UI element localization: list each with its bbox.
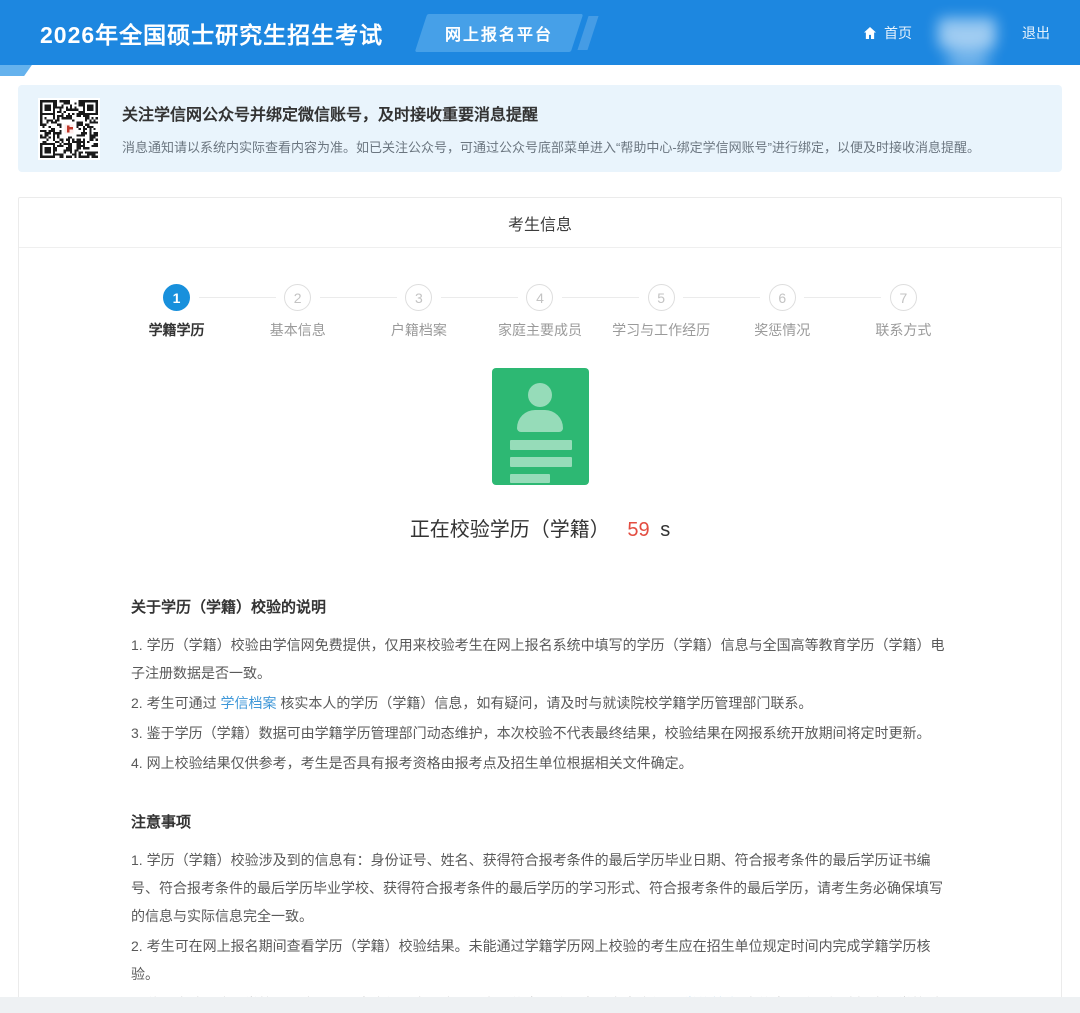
paragraph-text: 2. 考生可在网上报名期间查看学历（学籍）校验结果。未能通过学籍学历网上校验的考… bbox=[131, 938, 931, 982]
section-paragraph: 3. 鉴于学历（学籍）数据可由学籍学历管理部门动态维护，本次校验不代表最终结果，… bbox=[131, 719, 949, 747]
countdown-seconds: 59 bbox=[627, 519, 649, 541]
section-paragraph: 1. 学历（学籍）校验由学信网免费提供，仅用来校验考生在网上报名系统中填写的学历… bbox=[131, 631, 949, 687]
section-paragraph: 2. 考生可在网上报名期间查看学历（学籍）校验结果。未能通过学籍学历网上校验的考… bbox=[131, 932, 949, 988]
app-title: 2026年全国硕士研究生招生考试 bbox=[40, 16, 383, 50]
candidate-info-card: 考生信息 1 学籍学历 2 基本信息 3 户籍档案 4 家庭主要成员 5 学习与工作经历 6 奖惩情况… bbox=[18, 197, 1062, 1013]
notice-subtitle: 消息通知请以系统内实际查看内容为准。如已关注公众号，可通过公众号底部菜单进入“帮… bbox=[122, 137, 980, 156]
section-title: 注意事项 bbox=[131, 811, 949, 832]
paragraph-text: 2. 考生可通过 bbox=[131, 695, 220, 711]
app-header: 2026年全国硕士研究生招生考试 网上报名平台 首页 退出 bbox=[0, 0, 1080, 65]
step-label: 联系方式 bbox=[875, 320, 931, 340]
paragraph-text: 1. 学历（学籍）校验涉及到的信息有：身份证号、姓名、获得符合报考条件的最后学历… bbox=[131, 852, 943, 924]
step-item[interactable]: 7 联系方式 bbox=[843, 284, 964, 340]
step-item[interactable]: 5 学习与工作经历 bbox=[601, 284, 722, 340]
step-number: 3 bbox=[405, 284, 432, 311]
text-line-shape bbox=[510, 440, 572, 450]
info-section: 关于学历（学籍）校验的说明 1. 学历（学籍）校验由学信网免费提供，仅用来校验考生… bbox=[131, 596, 949, 777]
header-ribbon-tail bbox=[0, 65, 32, 76]
step-label: 学籍学历 bbox=[149, 320, 205, 340]
info-section: 注意事项 1. 学历（学籍）校验涉及到的信息有：身份证号、姓名、获得符合报考条件的… bbox=[131, 811, 949, 1013]
step-number: 1 bbox=[163, 284, 190, 311]
text-line-shape bbox=[510, 457, 572, 467]
section-title: 关于学历（学籍）校验的说明 bbox=[131, 596, 949, 617]
platform-badge: 网上报名平台 bbox=[415, 14, 583, 52]
step-number: 5 bbox=[648, 284, 675, 311]
paragraph-text: 3. 鉴于学历（学籍）数据可由学籍学历管理部门动态维护，本次校验不代表最终结果，… bbox=[131, 725, 931, 741]
home-icon bbox=[862, 25, 878, 41]
qr-code bbox=[38, 98, 100, 160]
step-item[interactable]: 1 学籍学历 bbox=[116, 284, 237, 340]
section-paragraph: 2. 考生可通过 学信档案 核实本人的学历（学籍）信息，如有疑问，请及时与就读院… bbox=[131, 689, 949, 717]
nav-home-label: 首页 bbox=[884, 23, 912, 43]
text-line-shape bbox=[510, 474, 550, 483]
blur-smear bbox=[948, 40, 988, 74]
step-label: 奖惩情况 bbox=[754, 320, 810, 340]
countdown-unit: s bbox=[660, 519, 670, 541]
step-label: 户籍档案 bbox=[391, 320, 447, 340]
wechat-notice-banner: 关注学信网公众号并绑定微信账号，及时接收重要消息提醒 消息通知请以系统内实际查看… bbox=[18, 85, 1062, 172]
verification-status: 正在校验学历（学籍） 59 s bbox=[19, 513, 1061, 542]
step-number: 4 bbox=[526, 284, 553, 311]
paragraph-text: 核实本人的学历（学籍）信息，如有疑问，请及时与就读院校学籍学历管理部门联系。 bbox=[276, 695, 812, 711]
step-item[interactable]: 6 奖惩情况 bbox=[722, 284, 843, 340]
page-footer-strip bbox=[0, 997, 1080, 1013]
notice-texts: 关注学信网公众号并绑定微信账号，及时接收重要消息提醒 消息通知请以系统内实际查看… bbox=[122, 101, 980, 156]
step-item[interactable]: 4 家庭主要成员 bbox=[479, 284, 600, 340]
notice-title: 关注学信网公众号并绑定微信账号，及时接收重要消息提醒 bbox=[122, 101, 980, 125]
header-nav: 首页 退出 bbox=[862, 18, 1050, 48]
inline-link[interactable]: 学信档案 bbox=[220, 695, 276, 711]
step-item[interactable]: 3 户籍档案 bbox=[358, 284, 479, 340]
id-card-green-icon bbox=[492, 368, 589, 485]
section-paragraph: 1. 学历（学籍）校验涉及到的信息有：身份证号、姓名、获得符合报考条件的最后学历… bbox=[131, 846, 949, 930]
person-body-shape bbox=[517, 410, 563, 432]
nav-logout-label: 退出 bbox=[1022, 23, 1050, 43]
nav-home[interactable]: 首页 bbox=[862, 23, 912, 43]
person-head-shape bbox=[528, 383, 552, 407]
step-label: 基本信息 bbox=[270, 320, 326, 340]
step-number: 7 bbox=[890, 284, 917, 311]
user-name-blurred[interactable] bbox=[938, 18, 996, 48]
nav-logout[interactable]: 退出 bbox=[1022, 23, 1050, 43]
paragraph-text: 1. 学历（学籍）校验由学信网免费提供，仅用来校验考生在网上报名系统中填写的学历… bbox=[131, 637, 945, 681]
section-paragraph: 4. 网上校验结果仅供参考，考生是否具有报考资格由报考点及招生单位根据相关文件确… bbox=[131, 749, 949, 777]
step-wizard: 1 学籍学历 2 基本信息 3 户籍档案 4 家庭主要成员 5 学习与工作经历 6 奖惩情况 7 联系方式 bbox=[116, 284, 964, 340]
paragraph-text: 4. 网上校验结果仅供参考，考生是否具有报考资格由报考点及招生单位根据相关文件确… bbox=[131, 755, 693, 771]
step-label: 学习与工作经历 bbox=[612, 320, 710, 340]
step-item[interactable]: 2 基本信息 bbox=[237, 284, 358, 340]
step-number: 6 bbox=[769, 284, 796, 311]
step-number: 2 bbox=[284, 284, 311, 311]
verification-status-text: 正在校验学历（学籍） bbox=[410, 519, 610, 541]
platform-badge-label: 网上报名平台 bbox=[445, 21, 553, 45]
card-title: 考生信息 bbox=[19, 198, 1061, 248]
info-sections: 关于学历（学籍）校验的说明 1. 学历（学籍）校验由学信网免费提供，仅用来校验考生… bbox=[131, 596, 949, 1013]
step-label: 家庭主要成员 bbox=[498, 320, 582, 340]
